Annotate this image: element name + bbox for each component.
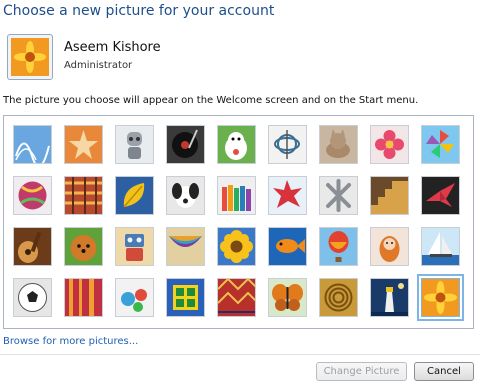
- picture-tile-gyroscope-icon[interactable]: [268, 125, 307, 164]
- robot-icon: [116, 126, 153, 163]
- guitar-icon: [14, 228, 51, 265]
- divider: [0, 354, 480, 355]
- marbles-icon: [116, 279, 153, 316]
- picture-tile-hot-air-balloon-icon[interactable]: [319, 227, 358, 266]
- picture-tile-puppy-icon[interactable]: [166, 176, 205, 215]
- picture-tile-robot-icon[interactable]: [115, 125, 154, 164]
- hammock-icon: [167, 228, 204, 265]
- picture-tile-kitten-icon[interactable]: [319, 125, 358, 164]
- origami-crane-icon: [422, 177, 459, 214]
- picture-tile-jacks-icon[interactable]: [319, 176, 358, 215]
- striped-fabric-icon: [65, 279, 102, 316]
- soccer-ball-icon: [14, 279, 51, 316]
- beach-ball-icon: [14, 177, 51, 214]
- picture-tile-sailboat-icon[interactable]: [421, 227, 460, 266]
- kitten-icon: [320, 126, 357, 163]
- picture-tile-record-player-icon[interactable]: [166, 125, 205, 164]
- dialog-title: Choose a new picture for your account: [3, 3, 275, 19]
- account-name: Aseem Kishore: [64, 40, 161, 55]
- pomeranian-icon: [65, 228, 102, 265]
- picture-tile-striped-fabric-icon[interactable]: [64, 278, 103, 317]
- picture-tile-shell-spiral-icon[interactable]: [319, 278, 358, 317]
- orange-flower-icon: [11, 38, 49, 76]
- gyroscope-icon: [269, 126, 306, 163]
- account-role: Administrator: [64, 60, 133, 71]
- picture-tile-beach-ball-icon[interactable]: [13, 176, 52, 215]
- record-player-icon: [167, 126, 204, 163]
- crayons-icon: [218, 177, 255, 214]
- jacks-icon: [320, 177, 357, 214]
- picture-tile-roller-coaster-icon[interactable]: [13, 125, 52, 164]
- picture-grid: [3, 115, 474, 329]
- picture-tile-sunflower-icon[interactable]: [217, 227, 256, 266]
- picture-tile-fish-icon[interactable]: [268, 227, 307, 266]
- picture-tile-yellow-leaf-icon[interactable]: [115, 176, 154, 215]
- puppy-icon: [167, 177, 204, 214]
- description-text: The picture you choose will appear on th…: [3, 95, 419, 106]
- picture-tile-pink-flower-icon[interactable]: [370, 125, 409, 164]
- sunflower-icon: [218, 228, 255, 265]
- picture-tile-pinwheel-icon[interactable]: [421, 125, 460, 164]
- picture-tile-window-icon[interactable]: [166, 278, 205, 317]
- picture-tile-orange-flower-icon[interactable]: [417, 274, 464, 321]
- lucky-cat-icon: [218, 126, 255, 163]
- picture-tile-lucky-cat-icon[interactable]: [217, 125, 256, 164]
- browse-link[interactable]: Browse for more pictures...: [3, 336, 138, 347]
- picture-tile-woven-fabric-icon[interactable]: [64, 176, 103, 215]
- picture-tile-marbles-icon[interactable]: [115, 278, 154, 317]
- picture-tile-stairs-icon[interactable]: [370, 176, 409, 215]
- hot-air-balloon-icon: [320, 228, 357, 265]
- picture-tile-red-leaf-icon[interactable]: [268, 176, 307, 215]
- picture-tile-butterfly-icon[interactable]: [268, 278, 307, 317]
- starfish-icon: [65, 126, 102, 163]
- change-picture-button[interactable]: Change Picture: [316, 362, 407, 381]
- picture-tile-toy-robot-icon[interactable]: [115, 227, 154, 266]
- red-leaf-icon: [269, 177, 306, 214]
- picture-tile-pomeranian-icon[interactable]: [64, 227, 103, 266]
- butterfly-icon: [269, 279, 306, 316]
- woven-fabric-icon: [65, 177, 102, 214]
- shell-spiral-icon: [320, 279, 357, 316]
- stairs-icon: [371, 177, 408, 214]
- lighthouse-icon: [371, 279, 408, 316]
- toy-robot-icon: [116, 228, 153, 265]
- sailboat-icon: [422, 228, 459, 265]
- pinwheel-icon: [422, 126, 459, 163]
- picture-tile-origami-crane-icon[interactable]: [421, 176, 460, 215]
- yellow-leaf-icon: [116, 177, 153, 214]
- doll-icon: [371, 228, 408, 265]
- pink-flower-icon: [371, 126, 408, 163]
- roller-coaster-icon: [14, 126, 51, 163]
- picture-tile-doll-icon[interactable]: [370, 227, 409, 266]
- picture-tile-hammock-icon[interactable]: [166, 227, 205, 266]
- cancel-button[interactable]: Cancel: [414, 362, 474, 381]
- rug-icon: [218, 279, 255, 316]
- fish-icon: [269, 228, 306, 265]
- window-icon: [167, 279, 204, 316]
- picture-tile-starfish-icon[interactable]: [64, 125, 103, 164]
- picture-tile-guitar-icon[interactable]: [13, 227, 52, 266]
- orange-flower-icon: [422, 279, 459, 316]
- picture-tile-soccer-ball-icon[interactable]: [13, 278, 52, 317]
- picture-tile-lighthouse-icon[interactable]: [370, 278, 409, 317]
- picture-tile-crayons-icon[interactable]: [217, 176, 256, 215]
- current-picture: [7, 34, 53, 80]
- picture-tile-rug-icon[interactable]: [217, 278, 256, 317]
